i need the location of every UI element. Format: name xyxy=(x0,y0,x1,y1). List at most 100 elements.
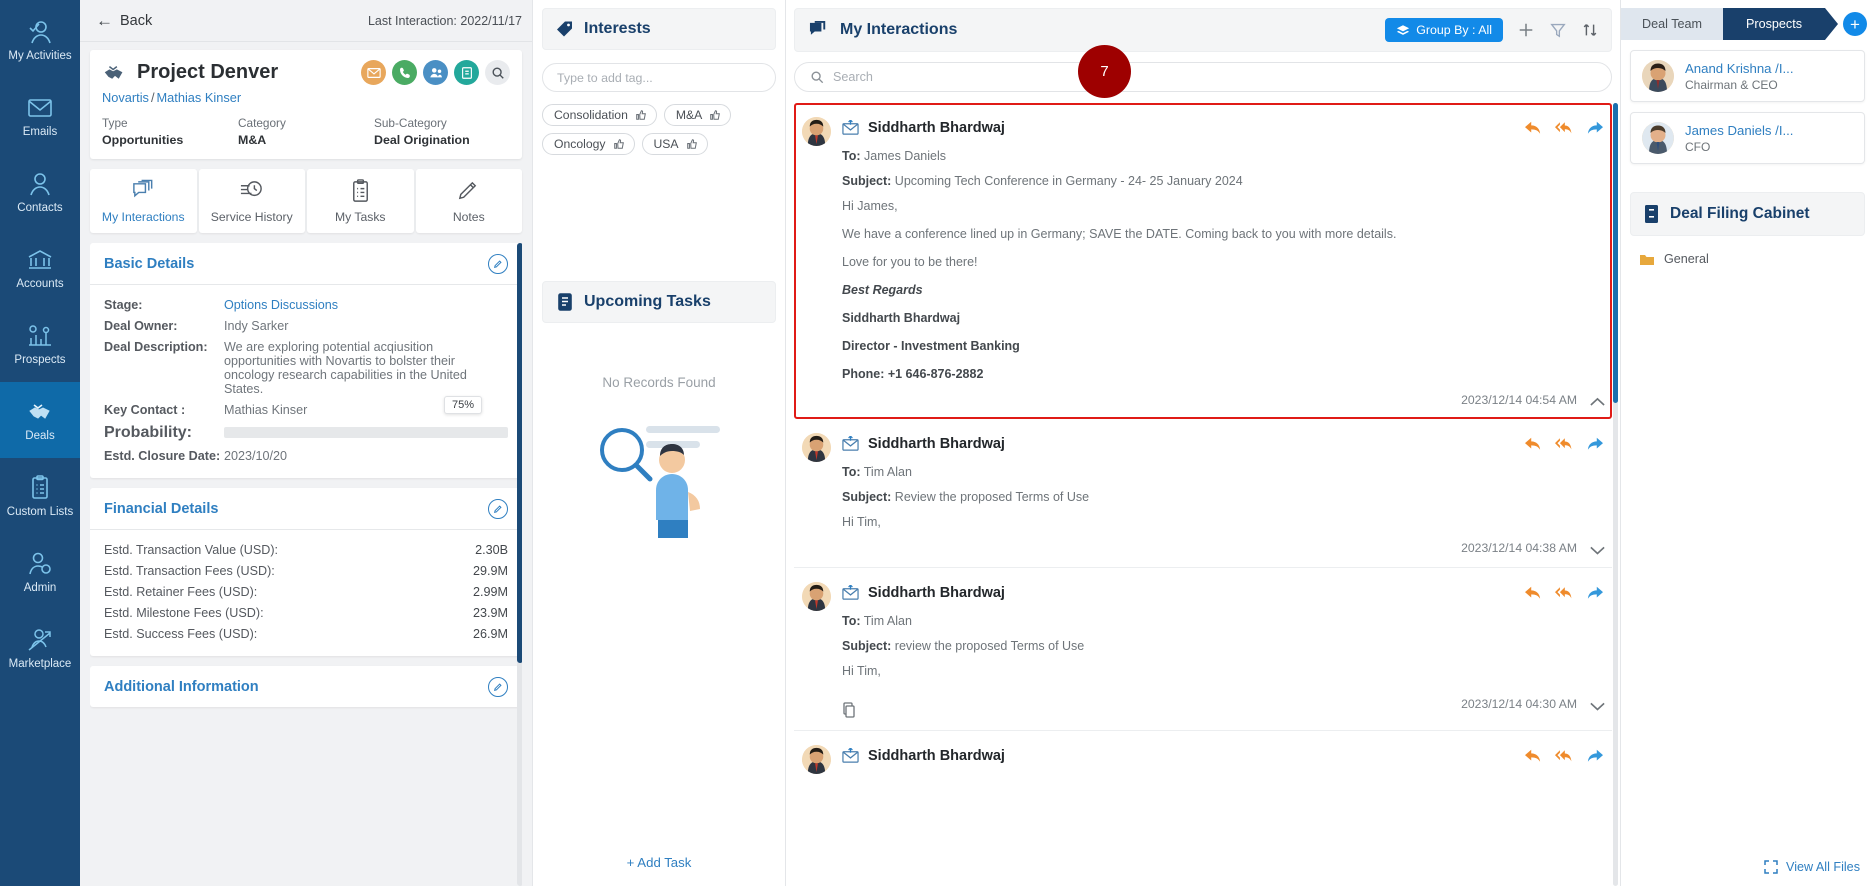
interactions-scrollbar-track[interactable] xyxy=(1613,103,1618,886)
forward-button[interactable] xyxy=(1583,433,1606,454)
expand-chevron-icon[interactable] xyxy=(1589,699,1606,711)
reply-button[interactable] xyxy=(1521,582,1544,603)
field-key: Estd. Closure Date: xyxy=(104,448,221,463)
tab-service-history[interactable]: Service History xyxy=(198,169,305,233)
email-action-button[interactable] xyxy=(361,60,386,85)
avatar xyxy=(1642,122,1674,154)
edit-basic-details-button[interactable] xyxy=(488,254,508,274)
interaction-row[interactable]: Siddharth Bhardwaj xyxy=(794,731,1612,786)
interactions-scrollbar-thumb[interactable] xyxy=(1613,103,1618,403)
meta-value: M&A xyxy=(238,133,267,147)
reply-all-button[interactable] xyxy=(1552,117,1575,138)
field-closure-date: Estd. Closure Date: 2023/10/20 xyxy=(104,445,508,466)
page-title: Project Denver xyxy=(137,61,279,83)
tab-deal-team[interactable]: Deal Team xyxy=(1621,8,1723,40)
sidebar-label: Contacts xyxy=(17,202,63,214)
avatar xyxy=(802,117,831,146)
greeting-line: Hi Tim, xyxy=(842,515,881,529)
subject-value: Review the proposed Terms of Use xyxy=(894,490,1090,504)
reply-button[interactable] xyxy=(1521,433,1544,454)
sidebar-item-admin[interactable]: Admin xyxy=(0,534,80,610)
search-placeholder: Search xyxy=(833,70,873,84)
call-action-button[interactable] xyxy=(392,60,417,85)
field-value[interactable]: Options Discussions xyxy=(224,298,508,312)
list-item[interactable]: James Daniels /I... CFO xyxy=(1630,112,1865,164)
sidebar-item-deals[interactable]: Deals xyxy=(0,382,80,458)
account-link[interactable]: Novartis xyxy=(102,90,149,105)
list-item[interactable]: Anand Krishna /I... Chairman & CEO xyxy=(1630,50,1865,102)
sidebar-item-contacts[interactable]: Contacts xyxy=(0,154,80,230)
sidebar-label: Marketplace xyxy=(8,658,72,670)
forward-button[interactable] xyxy=(1583,745,1606,766)
field-milestone-fees: Estd. Milestone Fees (USD): 23.9M xyxy=(104,602,508,623)
sidebar-item-custom-lists[interactable]: Custom Lists xyxy=(0,458,80,534)
group-by-button[interactable]: Group By : All xyxy=(1385,18,1503,42)
sort-icon[interactable] xyxy=(1580,21,1599,40)
expand-chevron-icon[interactable] xyxy=(1589,543,1606,555)
deal-tabs: My Interactions Service History My Tasks… xyxy=(90,169,522,233)
field-key: Stage: xyxy=(104,297,143,312)
folder-item-general[interactable]: General xyxy=(1639,252,1874,266)
breadcrumb-separator: / xyxy=(150,90,155,105)
field-stage: Stage: Options Discussions xyxy=(104,294,508,315)
tab-my-interactions[interactable]: My Interactions xyxy=(90,169,197,233)
interests-title: Interests xyxy=(584,20,651,37)
signature-name: Siddharth Bhardwaj xyxy=(842,311,961,325)
sidebar-item-accounts[interactable]: Accounts xyxy=(0,230,80,306)
reply-all-button[interactable] xyxy=(1552,433,1575,454)
tab-my-tasks[interactable]: My Tasks xyxy=(307,169,414,233)
subject-line: Subject: Upcoming Tech Conference in Ger… xyxy=(842,174,1606,188)
attachment-icon[interactable] xyxy=(842,702,856,718)
tab-prospects[interactable]: Prospects xyxy=(1723,8,1838,40)
sidebar-item-marketplace[interactable]: Marketplace xyxy=(0,610,80,686)
pencil-icon xyxy=(493,683,502,692)
upcoming-tasks-header: Upcoming Tasks xyxy=(542,281,776,323)
collapse-chevron-icon[interactable] xyxy=(1589,395,1606,406)
reply-all-button[interactable] xyxy=(1552,745,1575,766)
add-tag-input[interactable]: Type to add tag... xyxy=(542,63,776,92)
filter-icon[interactable] xyxy=(1548,21,1567,40)
edit-financial-details-button[interactable] xyxy=(488,499,508,519)
deal-scrollbar-thumb[interactable] xyxy=(517,243,522,663)
field-key: Key Contact : xyxy=(104,402,186,417)
back-button[interactable]: ← Back xyxy=(88,9,160,33)
sidebar-item-my-activities[interactable]: My Activities xyxy=(0,2,80,78)
add-task-button[interactable]: + Add Task xyxy=(533,839,785,886)
search-input[interactable]: Search xyxy=(794,62,1612,92)
add-prospect-button[interactable]: + xyxy=(1843,12,1867,36)
reply-button[interactable] xyxy=(1521,745,1544,766)
subject-label: Subject: xyxy=(842,174,892,188)
reply-button[interactable] xyxy=(1521,117,1544,138)
contact-link[interactable]: Mathias Kinser xyxy=(157,90,242,105)
meta-value: Opportunities xyxy=(102,133,184,147)
thumbs-up-icon[interactable] xyxy=(686,138,698,150)
field-probability: Probability: 75% xyxy=(104,396,508,445)
reply-all-button[interactable] xyxy=(1552,582,1575,603)
interest-tag[interactable]: M&A xyxy=(663,104,732,126)
funnel-icon xyxy=(1549,23,1566,38)
note-action-button[interactable] xyxy=(454,60,479,85)
interaction-row[interactable]: Siddharth Bhardwaj To: Tim Alan Subject:… xyxy=(794,419,1612,568)
forward-button[interactable] xyxy=(1583,582,1606,603)
sidebar-item-prospects[interactable]: Prospects xyxy=(0,306,80,382)
search-action-button[interactable] xyxy=(485,60,510,85)
tab-notes[interactable]: Notes xyxy=(415,169,522,233)
interest-tag[interactable]: Consolidation xyxy=(542,104,657,126)
thumbs-up-icon[interactable] xyxy=(613,138,625,150)
deal-scrollbar-track[interactable] xyxy=(517,243,522,886)
thumbs-up-icon[interactable] xyxy=(709,109,721,121)
clipboard-icon xyxy=(352,179,368,202)
forward-button[interactable] xyxy=(1583,117,1606,138)
sidebar-item-emails[interactable]: Emails xyxy=(0,78,80,154)
envelope-icon xyxy=(25,94,55,122)
interaction-row[interactable]: Siddharth Bhardwaj To: Tim Alan Subject:… xyxy=(794,568,1612,731)
interest-tag[interactable]: USA xyxy=(641,133,708,155)
interest-tag[interactable]: Oncology xyxy=(542,133,635,155)
interaction-row-selected[interactable]: Siddharth Bhardwaj To: James Daniels Sub… xyxy=(794,103,1612,419)
thumbs-up-icon[interactable] xyxy=(635,109,647,121)
view-all-files-button[interactable]: View All Files xyxy=(1764,860,1860,874)
sent-mail-icon xyxy=(842,747,859,763)
edit-additional-information-button[interactable] xyxy=(488,677,508,697)
meeting-action-button[interactable] xyxy=(423,60,448,85)
add-interaction-icon[interactable] xyxy=(1516,21,1535,40)
